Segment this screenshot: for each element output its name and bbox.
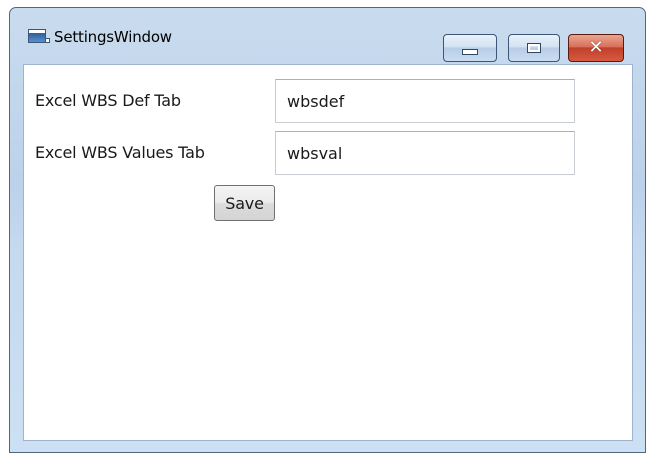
- settings-form: Excel WBS Def Tab Excel WBS Values Tab S…: [23, 64, 633, 441]
- wbs-def-tab-label: Excel WBS Def Tab: [35, 91, 181, 110]
- maximize-icon: [527, 43, 541, 53]
- wbs-def-tab-input[interactable]: [275, 79, 575, 123]
- minimize-button[interactable]: [443, 34, 497, 62]
- title-bar[interactable]: SettingsWindow ✕: [10, 8, 645, 62]
- minimize-icon: [462, 49, 478, 55]
- window-title: SettingsWindow: [54, 28, 172, 46]
- save-button[interactable]: Save: [214, 185, 275, 221]
- close-icon: ✕: [588, 37, 604, 58]
- wbs-values-tab-label: Excel WBS Values Tab: [35, 143, 205, 162]
- close-button[interactable]: ✕: [568, 34, 624, 62]
- settings-window: SettingsWindow ✕ Excel WBS Def Tab Excel…: [9, 7, 646, 453]
- wbs-values-tab-input[interactable]: [275, 131, 575, 175]
- maximize-button[interactable]: [508, 34, 560, 62]
- window-app-icon[interactable]: [28, 29, 50, 43]
